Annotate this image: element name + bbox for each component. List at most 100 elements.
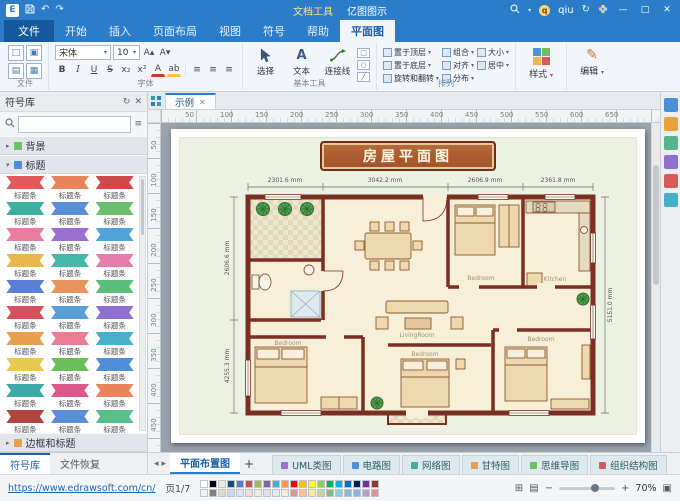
color-swatch[interactable]: [236, 489, 244, 497]
maximize-button[interactable]: □: [638, 5, 652, 15]
panel-tab-recovery[interactable]: 文件恢复: [50, 453, 110, 474]
symbol-item[interactable]: 标题条: [93, 332, 136, 358]
tab-page-layout[interactable]: 页面布局: [142, 20, 208, 42]
symbol-item[interactable]: 标题条: [93, 176, 136, 202]
file-menu-button[interactable]: 文件: [4, 20, 54, 42]
tab-help[interactable]: 帮助: [296, 20, 340, 42]
color-swatch[interactable]: [335, 489, 343, 497]
drawing-page[interactable]: 房屋平面图: [171, 129, 645, 443]
color-swatch[interactable]: [371, 480, 379, 488]
color-swatch[interactable]: [200, 489, 208, 497]
symbol-item[interactable]: 标题条: [93, 280, 136, 306]
user-name-label[interactable]: qiu: [558, 5, 573, 16]
drawing-canvas[interactable]: 房屋平面图: [161, 123, 660, 452]
strikethrough-button[interactable]: S: [103, 62, 117, 77]
tab-insert[interactable]: 插入: [98, 20, 142, 42]
symbol-item[interactable]: 标题条: [4, 228, 47, 254]
chevron-down-icon[interactable]: ▾: [528, 7, 531, 14]
tab-floorplan[interactable]: 平面图: [340, 20, 395, 42]
align-left-icon[interactable]: ≡: [190, 62, 204, 77]
notes-panel-icon[interactable]: [664, 155, 678, 169]
symbol-item[interactable]: 标题条: [4, 332, 47, 358]
page-tab-active[interactable]: 平面布置图: [170, 453, 240, 474]
filter-icon[interactable]: ≡: [134, 119, 142, 129]
color-swatch[interactable]: [290, 489, 298, 497]
color-swatch[interactable]: [299, 489, 307, 497]
color-swatch[interactable]: [362, 489, 370, 497]
symbol-scrollbar[interactable]: [139, 176, 146, 431]
edit-button[interactable]: ✎ 编辑 ▾: [573, 45, 611, 77]
symbol-item[interactable]: 标题条: [49, 176, 92, 202]
minimize-button[interactable]: —: [616, 5, 630, 15]
zoom-out-button[interactable]: −: [545, 483, 553, 494]
align-right-icon[interactable]: ≡: [222, 62, 236, 77]
align-button[interactable]: 对齐▾: [442, 59, 474, 71]
color-swatch[interactable]: [344, 489, 352, 497]
grow-font-button[interactable]: A▴: [142, 45, 156, 60]
sync-icon[interactable]: ↻: [582, 5, 590, 15]
close-button[interactable]: ✕: [660, 5, 674, 15]
color-swatch[interactable]: [245, 489, 253, 497]
text-tool-button[interactable]: A 文本: [285, 45, 318, 77]
rectangle-tool-icon[interactable]: □: [357, 48, 370, 58]
symbols-panel-icon[interactable]: [664, 98, 678, 112]
color-swatch[interactable]: [308, 480, 316, 488]
section-border-title[interactable]: ▸ 边框和标题: [0, 433, 147, 452]
color-swatch[interactable]: [272, 480, 280, 488]
symbol-item[interactable]: 标题条: [49, 358, 92, 384]
color-swatch[interactable]: [200, 480, 208, 488]
doc-grid-icon[interactable]: [151, 92, 161, 109]
symbol-item[interactable]: 标题条: [49, 202, 92, 228]
symbol-search-input[interactable]: [18, 116, 131, 133]
refresh-icon[interactable]: ↻: [123, 97, 131, 107]
symbol-item[interactable]: 标题条: [93, 254, 136, 280]
symbol-item[interactable]: 标题条: [49, 280, 92, 306]
symbol-item[interactable]: 标题条: [4, 280, 47, 306]
color-swatch[interactable]: [254, 489, 262, 497]
close-tab-icon[interactable]: ✕: [199, 98, 206, 107]
tab-circuit[interactable]: 电路图: [343, 455, 401, 474]
color-swatch[interactable]: [353, 489, 361, 497]
symbol-item[interactable]: 标题条: [93, 306, 136, 332]
symbol-item[interactable]: 标题条: [49, 410, 92, 433]
font-family-select[interactable]: 宋体▾: [55, 45, 111, 60]
center-button[interactable]: 居中▾: [477, 59, 509, 71]
symbol-item[interactable]: 标题条: [93, 202, 136, 228]
panel-close-icon[interactable]: ✕: [134, 97, 142, 107]
canvas-vertical-scrollbar[interactable]: [651, 123, 660, 452]
group-button[interactable]: 组合▾: [442, 46, 474, 58]
clipart-panel-icon[interactable]: [664, 136, 678, 150]
color-swatch[interactable]: [227, 489, 235, 497]
color-swatch[interactable]: [326, 489, 334, 497]
color-swatch[interactable]: [263, 489, 271, 497]
color-swatch[interactable]: [317, 489, 325, 497]
color-swatch[interactable]: [245, 480, 253, 488]
theme-icon[interactable]: [598, 4, 608, 17]
symbol-item[interactable]: 标题条: [4, 202, 47, 228]
color-swatch[interactable]: [254, 480, 262, 488]
connector-tool-button[interactable]: 连接线: [321, 45, 354, 77]
highlight-color-button[interactable]: ab: [167, 62, 181, 77]
fit-page-icon[interactable]: ▣: [663, 483, 672, 494]
symbol-item[interactable]: 标题条: [49, 254, 92, 280]
zoom-in-button[interactable]: +: [621, 483, 629, 494]
color-swatch[interactable]: [290, 480, 298, 488]
color-swatch[interactable]: [317, 480, 325, 488]
scrollbar-thumb[interactable]: [141, 179, 144, 235]
symbol-item[interactable]: 标题条: [4, 254, 47, 280]
website-link[interactable]: https://www.edrawsoft.com/cn/: [8, 483, 156, 494]
color-swatch[interactable]: [344, 480, 352, 488]
style-button[interactable]: 样式 ▾: [522, 45, 560, 80]
color-swatch[interactable]: [263, 480, 271, 488]
templates-panel-icon[interactable]: [664, 117, 678, 131]
search-icon[interactable]: [510, 4, 520, 17]
color-swatch[interactable]: [209, 489, 217, 497]
print-icon[interactable]: ▦: [26, 63, 42, 79]
color-swatch[interactable]: [281, 489, 289, 497]
tab-view[interactable]: 视图: [208, 20, 252, 42]
size-button[interactable]: 大小▾: [477, 46, 509, 58]
symbol-item[interactable]: 标题条: [4, 358, 47, 384]
font-size-select[interactable]: 10▾: [113, 45, 140, 60]
document-tab[interactable]: 示例 ✕: [165, 93, 216, 109]
symbol-item[interactable]: 标题条: [49, 384, 92, 410]
